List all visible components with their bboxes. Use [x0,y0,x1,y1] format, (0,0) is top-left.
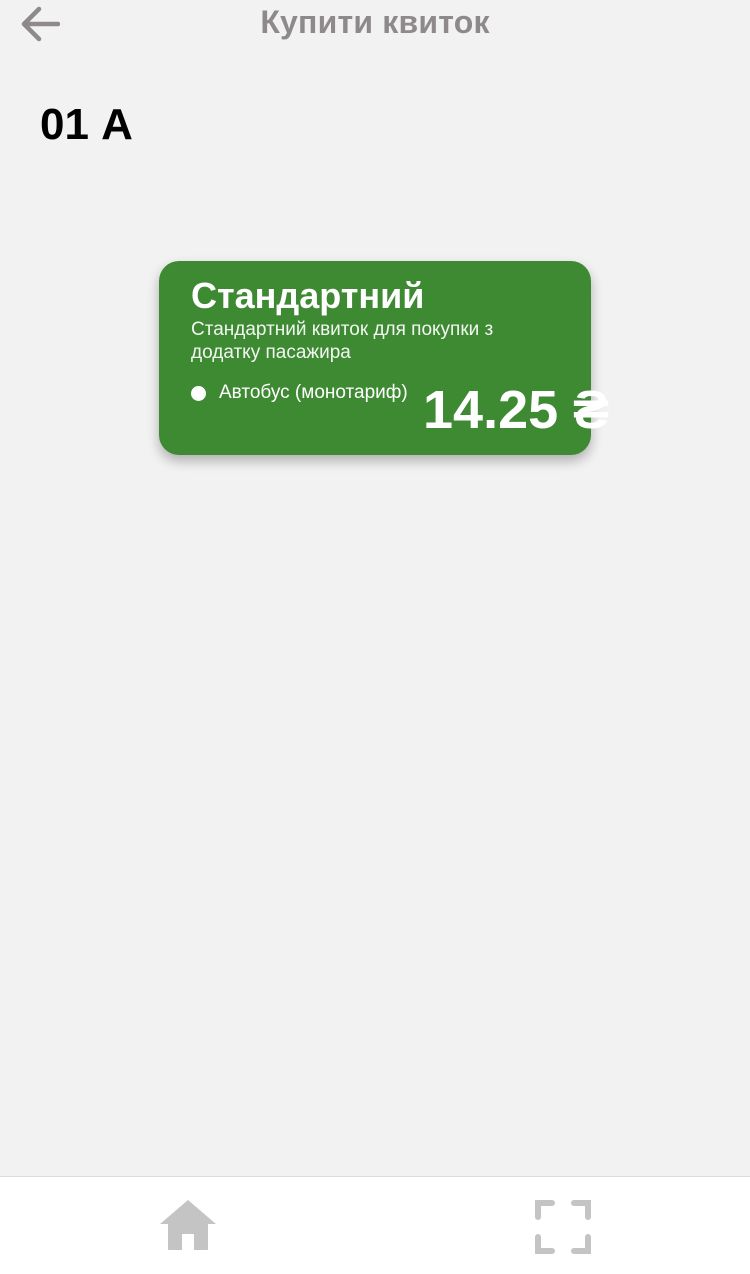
bottom-nav [0,1176,750,1274]
ticket-price: 14.25 ₴ [423,380,610,440]
app-screen: Купити квиток 01 А Стандартний Стандартн… [0,0,750,1274]
home-icon [160,1200,216,1250]
scan-icon [535,1200,591,1254]
ticket-feature: Автобус (монотариф) [191,382,408,404]
route-number: 01 А [40,100,133,149]
nav-scan-button[interactable] [534,1199,592,1255]
bullet-dot-icon [191,385,206,401]
ticket-title: Стандартний [191,275,425,316]
header: Купити квиток [0,0,750,52]
ticket-feature-label: Автобус (монотариф) [219,382,408,403]
nav-home-button[interactable] [158,1197,218,1253]
ticket-description: Стандартний квиток для покупки з додатку… [191,319,494,363]
page-title: Купити квиток [260,4,490,40]
ticket-card[interactable]: Стандартний Стандартний квиток для покуп… [159,261,609,455]
